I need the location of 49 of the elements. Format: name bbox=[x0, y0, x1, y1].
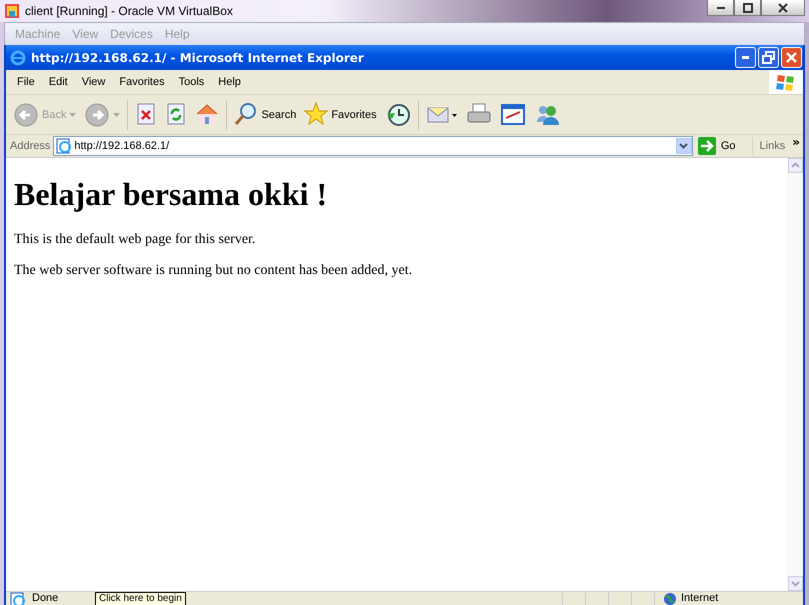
menu-item[interactable]: Help bbox=[211, 76, 248, 88]
more-links-button[interactable]: » bbox=[792, 135, 803, 149]
close-icon bbox=[778, 2, 788, 12]
scroll-up-icon bbox=[788, 158, 802, 173]
go-button[interactable]: Go bbox=[696, 137, 753, 155]
tooltip: Click here to begin bbox=[95, 592, 186, 605]
search-button[interactable]: Search bbox=[231, 98, 300, 130]
document-edit-icon bbox=[500, 102, 526, 128]
address-input[interactable]: http://192.168.62.1/ bbox=[74, 138, 674, 154]
flag-logo-icon bbox=[775, 72, 797, 92]
restore-button[interactable] bbox=[758, 47, 779, 68]
star-icon bbox=[304, 102, 328, 128]
globe-icon bbox=[663, 592, 677, 605]
app-icon bbox=[4, 3, 20, 19]
chevron-down-icon bbox=[679, 143, 688, 149]
close-button[interactable] bbox=[761, 0, 805, 16]
page-heading: Belajar bersama okki ! bbox=[14, 176, 328, 213]
menu-item[interactable]: Edit bbox=[42, 76, 75, 88]
zone-text: Internet bbox=[681, 592, 718, 605]
window-title: client [Running] - Oracle VM VirtualBox bbox=[25, 4, 233, 18]
restore-icon bbox=[761, 50, 776, 65]
paragraph: This is the default web page for this server. bbox=[14, 232, 256, 248]
search-icon bbox=[234, 102, 258, 128]
address-label: Address bbox=[10, 140, 50, 152]
minimize-button[interactable] bbox=[707, 0, 734, 16]
minimize-icon bbox=[742, 56, 749, 59]
refresh-icon bbox=[165, 102, 188, 128]
links-label[interactable]: Links bbox=[756, 140, 790, 152]
address-field[interactable]: http://192.168.62.1/ bbox=[53, 136, 693, 156]
close-icon bbox=[784, 50, 799, 65]
dropdown-caret-icon bbox=[69, 112, 76, 116]
go-arrow-icon bbox=[698, 137, 716, 155]
status-text: Done bbox=[32, 592, 58, 605]
menu-item[interactable]: Tools bbox=[172, 76, 212, 88]
favorites-button[interactable]: Favorites bbox=[301, 98, 380, 130]
page-icon bbox=[56, 138, 72, 154]
window-title: http://192.168.62.1/ - Microsoft Internet Explorer bbox=[31, 50, 364, 64]
scrollbar[interactable] bbox=[787, 158, 803, 591]
dropdown-caret-icon bbox=[113, 112, 120, 116]
scroll-down-icon bbox=[788, 576, 802, 591]
maximize-button[interactable] bbox=[734, 0, 761, 16]
stop-icon bbox=[135, 102, 158, 128]
minimize-icon bbox=[716, 6, 724, 8]
menu-item[interactable]: File bbox=[10, 76, 42, 88]
paragraph: The web server software is running but no content has been added, yet. bbox=[14, 263, 414, 279]
maximize-icon bbox=[742, 2, 752, 12]
dropdown-button[interactable] bbox=[676, 138, 692, 154]
menu-item[interactable]: View bbox=[74, 76, 112, 88]
menu-item[interactable]: Favorites bbox=[112, 76, 172, 88]
